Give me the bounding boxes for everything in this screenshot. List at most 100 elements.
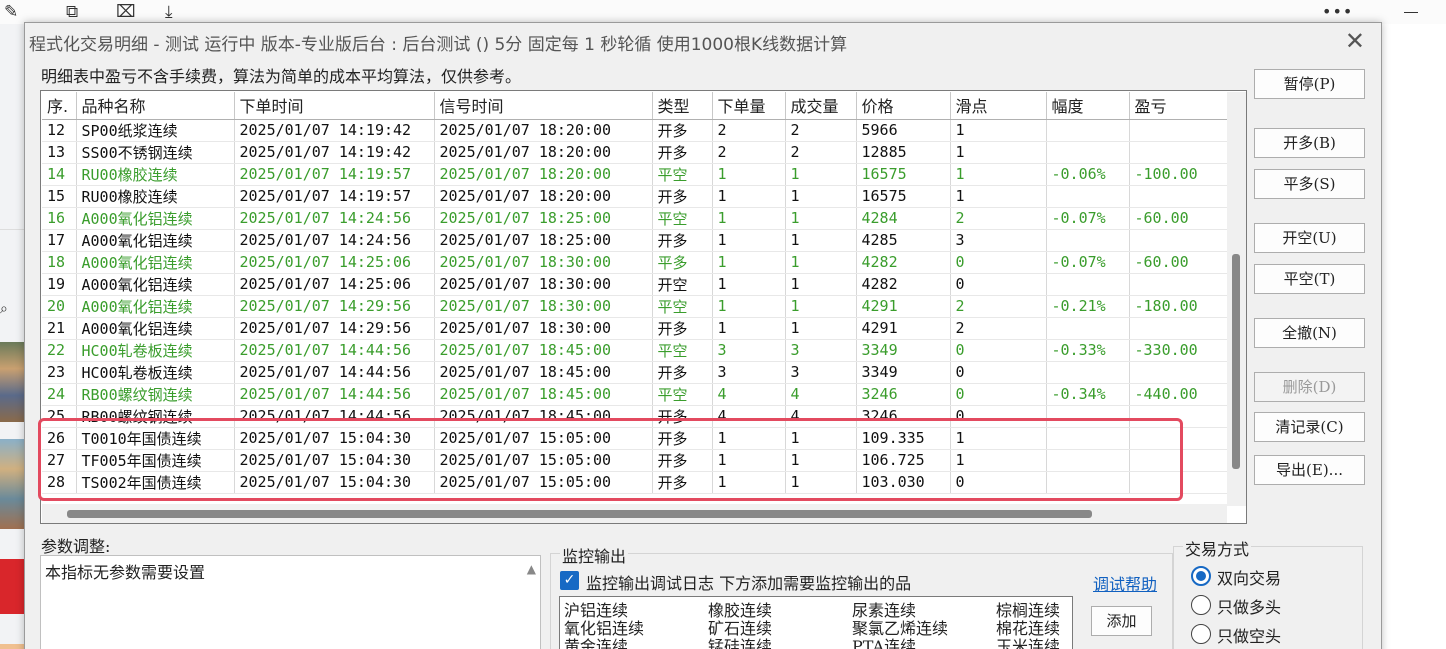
- table-row[interactable]: 14 RU00橡胶连续 2025/01/07 14:19:57 2025/01/07 …: [42, 163, 1230, 186]
- table-row[interactable]: 24 RB00螺纹钢连续 2025/01/07 14:44:56 2025/01/07…: [42, 383, 1230, 406]
- monitor-list-item[interactable]: PTA连续: [852, 633, 996, 649]
- export-icon[interactable]: ⧉: [66, 2, 78, 22]
- horizontal-scroll-thumb[interactable]: [67, 510, 1092, 518]
- monitor-list-item[interactable]: 棕榈连续: [996, 597, 1072, 620]
- table-cell: TS002年国债连续: [76, 471, 235, 494]
- table-row[interactable]: 28 TS002年国债连续 2025/01/07 15:04:30 2025/01/0…: [42, 471, 1230, 494]
- table-row[interactable]: 25 RB00螺纹钢连续 2025/01/07 14:44:56 2025/01/07…: [42, 405, 1230, 428]
- scroll-up-icon[interactable]: ▲: [527, 562, 536, 576]
- table-cell: SS00不锈钢连续: [76, 141, 235, 164]
- monitor-list[interactable]: 沪铝连续 橡胶连续 尿素连续 棕榈连续氧化铝连续 矿石连续 聚氯乙烯连续 棉花连续黄金连续锰…: [559, 596, 1073, 649]
- table-cell: 2: [950, 317, 1047, 340]
- more-icon[interactable]: •••: [1322, 2, 1353, 21]
- column-header[interactable]: 下单量: [712, 92, 786, 120]
- radio-label-long-only[interactable]: 只做多头: [1217, 594, 1281, 618]
- table-row[interactable]: 16 A000氧化铝连续 2025/01/07 14:24:56 2025/01/07…: [42, 207, 1230, 230]
- table-row[interactable]: 23 HC00轧卷板连续 2025/01/07 14:44:56 2025/01/07…: [42, 361, 1230, 384]
- radio-both-directions[interactable]: [1191, 566, 1211, 586]
- table-row[interactable]: 20 A000氧化铝连续 2025/01/07 14:29:56 2025/01/07…: [42, 295, 1230, 318]
- trade-table[interactable]: 序. 品种名称 下单时间 信号时间 类型 下单量 成交量 价格 滑点 幅度 盈亏 12 SP00纸浆连…: [40, 90, 1247, 524]
- table-cell: 平空: [652, 163, 713, 186]
- monitor-list-item[interactable]: 氧化铝连续: [564, 615, 708, 638]
- table-row[interactable]: 27 TF005年国债连续 2025/01/07 15:04:30 2025/01/0…: [42, 449, 1230, 472]
- edit-icon[interactable]: ✎: [4, 2, 18, 22]
- table-cell: A000氧化铝连续: [76, 229, 235, 252]
- column-header[interactable]: 序.: [42, 92, 77, 120]
- thumbnail-image[interactable]: [0, 342, 24, 422]
- monitor-list-item[interactable]: 黄金连续: [564, 633, 708, 649]
- table-row[interactable]: 21 A000氧化铝连续 2025/01/07 14:29:56 2025/01/07…: [42, 317, 1230, 340]
- table-cell: 3: [785, 339, 857, 362]
- column-header[interactable]: 类型: [652, 92, 713, 120]
- horizontal-scrollbar[interactable]: [42, 504, 1227, 523]
- vertical-scroll-thumb[interactable]: [1232, 254, 1240, 469]
- add-button[interactable]: 添加: [1091, 606, 1152, 636]
- column-header[interactable]: 信号时间: [434, 92, 653, 120]
- radio-label-short-only[interactable]: 只做空头: [1217, 623, 1281, 647]
- table-cell: 0: [950, 471, 1047, 494]
- monitor-list-item[interactable]: 锰硅连续: [708, 633, 852, 649]
- vertical-scrollbar[interactable]: [1227, 92, 1246, 506]
- minimize-icon[interactable]: [1404, 12, 1418, 13]
- thumbnail-image[interactable]: [0, 559, 24, 614]
- thumbnail-image[interactable]: [0, 439, 24, 529]
- background-sidebar: ⌕: [0, 24, 24, 649]
- table-row[interactable]: 18 A000氧化铝连续 2025/01/07 14:25:06 2025/01/07…: [42, 251, 1230, 274]
- table-cell: 1: [785, 317, 857, 340]
- column-header[interactable]: 幅度: [1046, 92, 1130, 120]
- column-header[interactable]: 下单时间: [234, 92, 435, 120]
- open-short-button[interactable]: 开空(U): [1254, 223, 1365, 253]
- export-button[interactable]: 导出(E)...: [1254, 455, 1365, 485]
- table-row[interactable]: 15 RU00橡胶连续 2025/01/07 14:19:57 2025/01/07 …: [42, 185, 1230, 208]
- table-cell: 1: [785, 163, 857, 186]
- close-long-button[interactable]: 平多(S): [1254, 169, 1365, 199]
- radio-long-only[interactable]: [1191, 595, 1211, 615]
- params-box[interactable]: 本指标无参数需要设置 ▲: [40, 555, 541, 649]
- cancel-all-button[interactable]: 全撤(N): [1254, 318, 1365, 348]
- debug-help-link[interactable]: 调试帮助: [1093, 571, 1157, 595]
- table-cell: 3246: [856, 383, 951, 406]
- download-icon[interactable]: ⤓: [165, 2, 173, 22]
- monitor-list-item[interactable]: 棉花连续: [996, 615, 1072, 638]
- column-header[interactable]: 价格: [856, 92, 951, 120]
- monitor-checkbox[interactable]: ✓: [560, 571, 579, 590]
- pause-button[interactable]: 暂停(P): [1254, 69, 1365, 99]
- monitor-list-item[interactable]: 橡胶连续: [708, 597, 852, 620]
- radio-label-both-directions[interactable]: 双向交易: [1217, 565, 1281, 589]
- table-cell: [1046, 119, 1130, 142]
- table-cell: 4: [712, 383, 786, 406]
- table-cell: 1: [712, 449, 786, 472]
- monitor-list-item[interactable]: 矿石连续: [708, 615, 852, 638]
- search-icon[interactable]: ⌕: [0, 301, 8, 317]
- radio-short-only[interactable]: [1191, 624, 1211, 644]
- monitor-list-item[interactable]: 聚氯乙烯连续: [852, 615, 996, 638]
- delete-button[interactable]: 删除(D): [1254, 372, 1365, 402]
- table-cell: 2025/01/07 14:44:56: [234, 339, 435, 362]
- column-header[interactable]: 品种名称: [76, 92, 235, 120]
- monitor-list-item[interactable]: 玉米连续: [996, 633, 1072, 649]
- table-row[interactable]: 22 HC00轧卷板连续 2025/01/07 14:44:56 2025/01/07…: [42, 339, 1230, 362]
- table-cell: 开多: [652, 471, 713, 494]
- column-header[interactable]: 滑点: [950, 92, 1047, 120]
- table-cell: 2: [950, 207, 1047, 230]
- table-row[interactable]: 17 A000氧化铝连续 2025/01/07 14:24:56 2025/01/07…: [42, 229, 1230, 252]
- table-row[interactable]: 13 SS00不锈钢连续 2025/01/07 14:19:42 2025/01/07…: [42, 141, 1230, 164]
- excel-icon[interactable]: ⌧: [116, 2, 136, 22]
- table-cell: 3: [712, 339, 786, 362]
- column-header[interactable]: 成交量: [785, 92, 857, 120]
- monitor-list-item[interactable]: 尿素连续: [852, 597, 996, 620]
- open-long-button[interactable]: 开多(B): [1254, 128, 1365, 158]
- table-row[interactable]: 19 A000氧化铝连续 2025/01/07 14:25:06 2025/01/07…: [42, 273, 1230, 296]
- monitor-list-item[interactable]: 沪铝连续: [564, 597, 708, 620]
- column-header[interactable]: 盈亏: [1129, 92, 1230, 120]
- close-short-button[interactable]: 平空(T): [1254, 264, 1365, 294]
- table-row[interactable]: 26 T0010年国债连续 2025/01/07 15:04:30 2025/01/0…: [42, 427, 1230, 450]
- thumbnail-image[interactable]: [0, 644, 24, 649]
- table-cell: -100.00: [1129, 163, 1230, 186]
- table-cell: [1129, 361, 1230, 384]
- table-cell: 开多: [652, 449, 713, 472]
- close-icon[interactable]: ✕: [1345, 27, 1365, 55]
- table-cell: [1129, 119, 1230, 142]
- table-row[interactable]: 12 SP00纸浆连续 2025/01/07 14:19:42 2025/01/07 …: [42, 119, 1230, 142]
- clear-records-button[interactable]: 清记录(C): [1254, 412, 1365, 442]
